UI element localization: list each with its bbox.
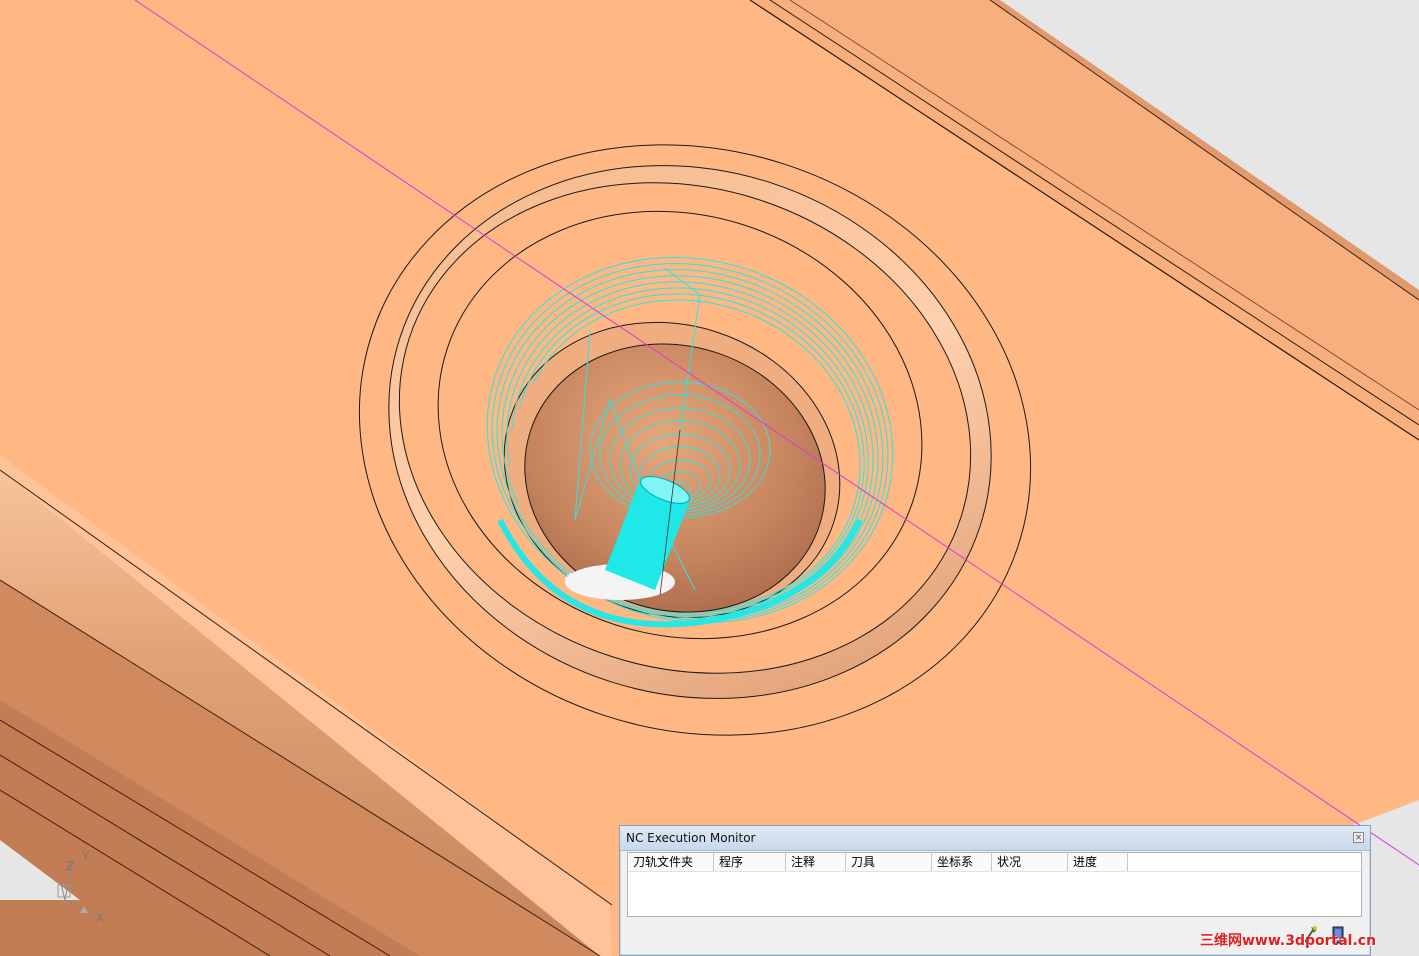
site-watermark: 三维网www.3dportal.cn xyxy=(1200,933,1377,949)
axis-x-label: X xyxy=(96,911,104,925)
axis-z-label: Z xyxy=(66,859,74,873)
monitor-title: NC Execution Monitor xyxy=(626,831,756,845)
monitor-table[interactable]: 刀轨文件夹 程序 注释 刀具 坐标系 状况 进度 xyxy=(627,852,1362,917)
column-header-coordinate-system[interactable]: 坐标系 xyxy=(932,853,992,871)
column-header-comment[interactable]: 注释 xyxy=(786,853,846,871)
column-header-program[interactable]: 程序 xyxy=(714,853,786,871)
column-header-status[interactable]: 状况 xyxy=(992,853,1068,871)
axis-y-label: Y xyxy=(81,849,90,863)
cad-viewport[interactable]: X Y Z xyxy=(0,0,1419,956)
part-model-canvas[interactable]: X Y Z xyxy=(0,0,1419,956)
monitor-titlebar[interactable]: NC Execution Monitor × xyxy=(620,826,1370,851)
close-icon[interactable]: × xyxy=(1353,832,1364,843)
column-header-toolpath-folder[interactable]: 刀轨文件夹 xyxy=(628,853,714,871)
column-header-progress[interactable]: 进度 xyxy=(1068,853,1128,871)
column-header-tool[interactable]: 刀具 xyxy=(846,853,932,871)
monitor-table-header: 刀轨文件夹 程序 注释 刀具 坐标系 状况 进度 xyxy=(628,853,1361,872)
